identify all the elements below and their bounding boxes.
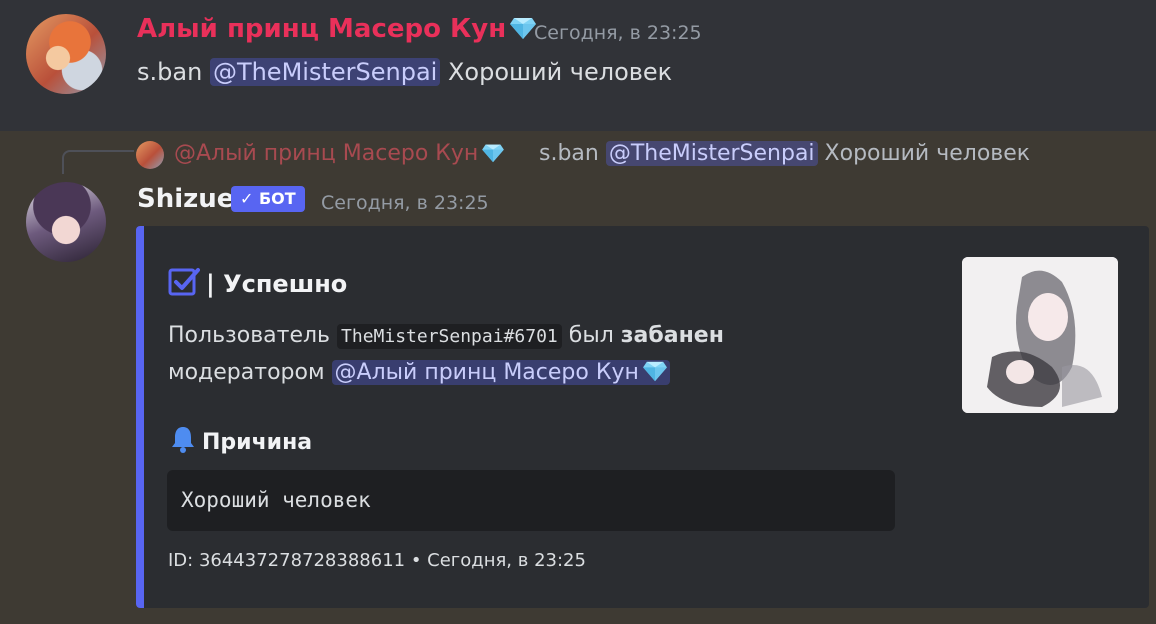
embed-title: | Успешно — [168, 266, 347, 298]
checkbox-icon — [168, 268, 200, 296]
user-tag-code: TheMisterSenpai#6701 — [337, 324, 562, 349]
gem-icon — [642, 361, 667, 382]
bot-timestamp: Сегодня, в 23:25 — [321, 192, 489, 214]
desc-mid: был — [568, 323, 614, 348]
reply-text: Хороший человек — [824, 141, 1031, 166]
moderator-mention[interactable]: @Алый принц Масеро Кун — [331, 360, 670, 385]
avatar-author[interactable] — [26, 14, 106, 94]
embed-card: | Успешно Пользователь TheMisterSenpai#6… — [136, 226, 1149, 608]
message-text: Хороший человек — [447, 58, 673, 86]
reply-mention[interactable]: @TheMisterSenpai — [605, 141, 818, 166]
message-timestamp: Сегодня, в 23:25 — [534, 22, 702, 44]
reply-author[interactable]: @Алый принц Масеро Кун — [174, 141, 505, 166]
embed-field-name: Причина — [168, 424, 312, 455]
moderator-mention-text[interactable]: @Алый принц Масеро Кун — [335, 360, 639, 385]
message-author[interactable]: Алый принц Масеро Кун — [137, 14, 537, 44]
reply-avatar[interactable] — [136, 141, 164, 169]
embed-title-text: | Успешно — [206, 270, 348, 298]
anime-thumbnail-image — [962, 257, 1118, 413]
field-name-text: Причина — [202, 430, 313, 455]
message-content: s.ban @TheMisterSenpai Хороший человек — [137, 58, 672, 86]
reply-author-name[interactable]: @Алый принц Масеро Кун — [174, 141, 478, 166]
desc-prefix: Пользователь — [168, 323, 331, 348]
embed-accent-bar — [136, 226, 144, 608]
embed-description: Пользователь TheMisterSenpai#6701 был за… — [168, 318, 788, 391]
bot-badge: ✓ БОТ — [231, 186, 305, 212]
user-mention[interactable]: @TheMisterSenpai — [209, 58, 441, 86]
command-text: s.ban — [137, 58, 203, 86]
reply-connector — [62, 150, 134, 174]
avatar-bot[interactable] — [26, 182, 106, 262]
reason-codeblock: Хороший человек — [167, 470, 895, 531]
reply-command: s.ban — [539, 141, 599, 166]
desc-bold: забанен — [620, 323, 724, 348]
gem-icon — [482, 144, 505, 163]
author-name[interactable]: Алый принц Масеро Кун — [137, 14, 506, 44]
embed-thumbnail[interactable] — [962, 257, 1118, 413]
desc-line2: модератором — [168, 360, 325, 385]
reply-preview[interactable]: s.ban @TheMisterSenpai Хороший человек — [539, 141, 1030, 166]
bot-author-name[interactable]: Shizue — [137, 184, 234, 214]
gem-icon — [510, 18, 537, 39]
embed-footer: ID: 364437278728388611 • Сегодня, в 23:2… — [168, 550, 586, 571]
bell-icon — [172, 427, 194, 453]
